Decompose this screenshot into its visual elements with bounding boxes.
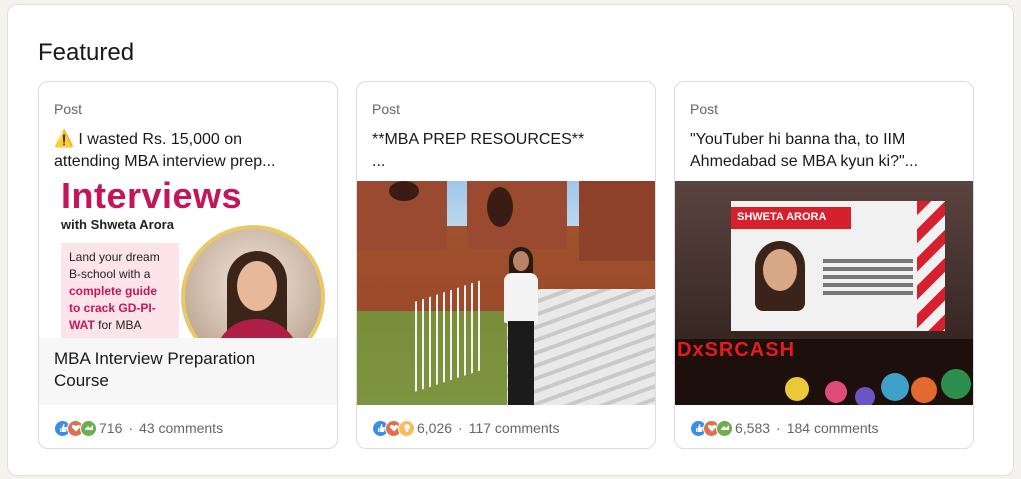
featured-section: Featured Post ⚠️ I wasted Rs. 15,000 on … bbox=[7, 4, 1014, 476]
card-type-label: Post bbox=[54, 101, 83, 117]
reaction-count: 6,026 bbox=[417, 420, 453, 436]
card-text[interactable]: "YouTuber hi banna tha, to IIM Ahmedabad… bbox=[690, 129, 960, 173]
reaction-count: 6,583 bbox=[735, 420, 771, 436]
card-image[interactable]: SHWETA ARORA DxSRCASH bbox=[675, 181, 973, 405]
reaction-count: 716 bbox=[99, 420, 123, 436]
comment-count[interactable]: 117 comments bbox=[469, 420, 560, 436]
card-image[interactable] bbox=[357, 181, 655, 405]
promo-bold: WAT bbox=[69, 318, 95, 332]
card-text-line: ... bbox=[372, 153, 386, 170]
promo-line: Land your dream bbox=[69, 250, 160, 264]
stage-sign: DxSRCASH bbox=[677, 339, 796, 361]
separator: · bbox=[458, 420, 463, 436]
reaction-icons bbox=[690, 419, 733, 437]
projector-screen: SHWETA ARORA bbox=[731, 201, 945, 331]
card-text-line: **MBA PREP RESOURCES** bbox=[372, 131, 585, 148]
promo-bold: complete guide bbox=[69, 284, 158, 298]
screen-banner: SHWETA ARORA bbox=[731, 207, 851, 229]
card-text[interactable]: ⚠️ I wasted Rs. 15,000 on attending MBA … bbox=[54, 129, 324, 173]
featured-card-1[interactable]: Post ⚠️ I wasted Rs. 15,000 on attending… bbox=[38, 81, 338, 449]
card-type-label: Post bbox=[372, 101, 401, 117]
card-image[interactable]: Interviews with Shweta Arora Land your d… bbox=[39, 181, 337, 405]
featured-card-3[interactable]: Post "YouTuber hi banna tha, to IIM Ahme… bbox=[674, 81, 974, 449]
promo-bold: to crack GD-PI- bbox=[69, 301, 156, 315]
promo-line: B-school with a bbox=[69, 267, 151, 281]
support-icon bbox=[80, 419, 97, 437]
featured-card-2[interactable]: Post **MBA PREP RESOURCES** ... 6,026 · … bbox=[356, 81, 656, 449]
social-counts[interactable]: 6,583 · 184 comments bbox=[690, 416, 879, 440]
image-caption: MBA Interview Preparation Course bbox=[39, 338, 337, 405]
section-title: Featured bbox=[38, 39, 135, 66]
caption-line: Course bbox=[54, 371, 109, 390]
insightful-icon bbox=[398, 419, 415, 437]
support-icon bbox=[716, 419, 733, 437]
image-subline: with Shweta Arora bbox=[61, 217, 174, 232]
card-text-line: attending MBA interview prep... bbox=[54, 153, 276, 170]
comment-count[interactable]: 43 comments bbox=[139, 420, 223, 436]
promo-tail: for MBA bbox=[94, 318, 142, 332]
card-text-line: Ahmedabad se MBA kyun ki?"... bbox=[690, 153, 919, 170]
card-type-label: Post bbox=[690, 101, 719, 117]
comment-count[interactable]: 184 comments bbox=[787, 420, 879, 436]
reaction-icons bbox=[372, 419, 415, 437]
separator: · bbox=[776, 420, 781, 436]
caption-line: MBA Interview Preparation bbox=[54, 349, 256, 368]
reaction-icons bbox=[54, 419, 97, 437]
card-text[interactable]: **MBA PREP RESOURCES** ... bbox=[372, 129, 642, 173]
image-headline: Interviews bbox=[61, 181, 243, 216]
card-text-line: "YouTuber hi banna tha, to IIM bbox=[690, 131, 906, 148]
separator: · bbox=[128, 420, 134, 436]
social-counts[interactable]: 716 · 43 comments bbox=[54, 416, 223, 440]
social-counts[interactable]: 6,026 · 117 comments bbox=[372, 416, 560, 440]
card-text-line: ⚠️ I wasted Rs. 15,000 on bbox=[54, 131, 243, 148]
image-promo-box: Land your dream B-school with a complete… bbox=[61, 243, 179, 343]
